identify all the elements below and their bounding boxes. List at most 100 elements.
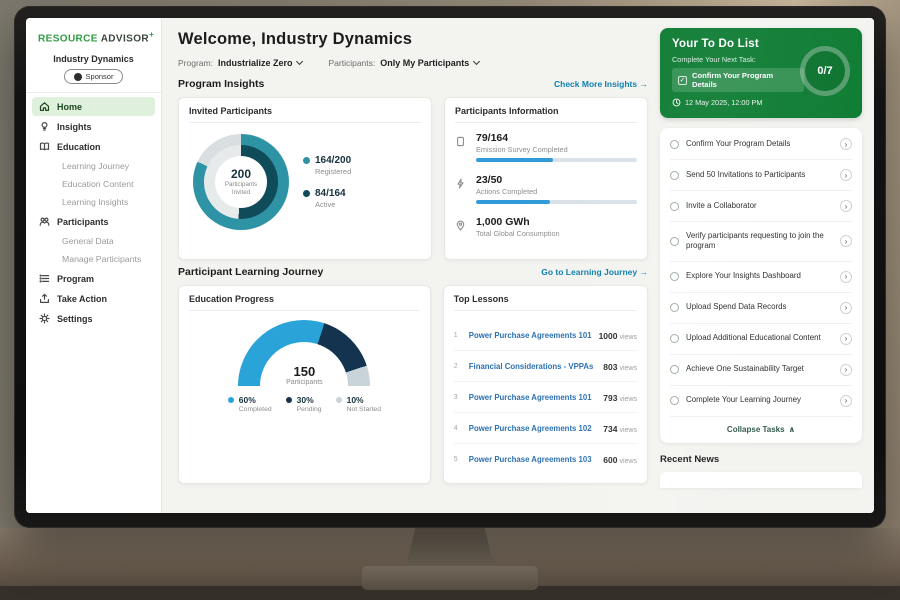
legend-dot <box>303 190 310 197</box>
check-icon: ✓ <box>678 76 687 85</box>
chevron-right-icon[interactable]: › <box>840 138 852 150</box>
task-checkbox[interactable] <box>670 272 679 281</box>
task-label: Explore Your Insights Dashboard <box>686 271 833 281</box>
go-to-learning-journey-link[interactable]: Go to Learning Journey → <box>541 267 648 277</box>
task-item[interactable]: Explore Your Insights Dashboard › <box>670 262 852 293</box>
sidebar-item-learning-journey[interactable]: Learning Journey <box>32 157 155 175</box>
sidebar-item-insights[interactable]: Insights <box>32 117 155 136</box>
chevron-right-icon[interactable]: › <box>840 271 852 283</box>
lesson-rank: 5 <box>454 456 462 463</box>
task-label: Confirm Your Program Details <box>686 139 833 149</box>
sidebar-item-home[interactable]: Home <box>32 97 155 116</box>
stat-actions-completed: 23/50 Actions Completed <box>455 174 637 204</box>
program-filter[interactable]: Program: Industrialize Zero <box>178 58 302 68</box>
lesson-row: 5 Power Purchase Agreements 103 600views <box>454 444 637 474</box>
task-checkbox[interactable] <box>670 365 679 374</box>
sidebar-item-manage-participants[interactable]: Manage Participants <box>32 250 155 268</box>
stat-emission-survey: 79/164 Emission Survey Completed <box>455 132 637 162</box>
sidebar-item-education[interactable]: Education <box>32 137 155 156</box>
views-count: 600 <box>603 455 617 465</box>
lesson-link[interactable]: Power Purchase Agreements 102 <box>469 424 597 433</box>
stat-value: 79/164 <box>476 132 637 144</box>
sidebar-item-take-action[interactable]: Take Action <box>32 289 155 308</box>
collapse-tasks-button[interactable]: Collapse Tasks∧ <box>670 417 852 443</box>
donut-center-value: 200 <box>231 167 251 181</box>
sidebar-item-program[interactable]: Program <box>32 269 155 288</box>
task-checkbox[interactable] <box>670 202 679 211</box>
task-checkbox[interactable] <box>670 334 679 343</box>
task-item[interactable]: Upload Additional Educational Content › <box>670 324 852 355</box>
due-text: 12 May 2025, 12:00 PM <box>685 98 762 107</box>
lesson-rank: 2 <box>454 363 462 370</box>
lesson-link[interactable]: Power Purchase Agreements 103 <box>469 455 597 464</box>
sidebar-item-label: Insights <box>57 122 92 132</box>
sponsor-badge[interactable]: Sponsor <box>64 69 124 84</box>
legend-item-pending: 30% Pending <box>286 395 322 413</box>
lesson-link[interactable]: Power Purchase Agreements 101 <box>469 331 592 340</box>
task-label: Upload Additional Educational Content <box>686 333 833 343</box>
app-logo: RESOURCE ADVISOR+ <box>26 28 161 50</box>
section-title: Program Insights <box>178 78 264 90</box>
sidebar-item-education-content[interactable]: Education Content <box>32 175 155 193</box>
task-item[interactable]: Confirm Your Program Details › <box>670 129 852 160</box>
lesson-views: 793views <box>603 388 637 406</box>
org-name: Industry Dynamics <box>26 54 161 64</box>
legend-item-completed: 60% Completed <box>228 395 272 413</box>
task-item[interactable]: Upload Spend Data Records › <box>670 293 852 324</box>
next-task-chip[interactable]: ✓ Confirm Your Program Details <box>672 68 804 92</box>
legend-label: Not Started <box>347 406 381 413</box>
task-item[interactable]: Send 50 Invitations to Participants › <box>670 160 852 191</box>
task-checkbox[interactable] <box>670 237 679 246</box>
chevron-down-icon <box>296 58 303 65</box>
page-title: Welcome, Industry Dynamics <box>178 30 648 49</box>
participants-information-card: Participants Information 79/164 Emission… <box>444 97 648 260</box>
sidebar-item-learning-insights[interactable]: Learning Insights <box>32 193 155 211</box>
sidebar-item-settings[interactable]: Settings <box>32 309 155 328</box>
views-unit: views <box>619 396 637 403</box>
card-title: Invited Participants <box>189 106 421 123</box>
recent-news-card <box>660 472 862 488</box>
sidebar-item-general-data[interactable]: General Data <box>32 232 155 250</box>
chevron-right-icon[interactable]: › <box>840 200 852 212</box>
views-count: 734 <box>603 424 617 434</box>
task-checkbox[interactable] <box>670 171 679 180</box>
stat-value: 1,000 GWh <box>476 216 637 228</box>
task-item[interactable]: Invite a Collaborator › <box>670 191 852 222</box>
program-filter-label: Program: <box>178 58 213 68</box>
task-item[interactable]: Complete Your Learning Journey › <box>670 386 852 417</box>
task-item[interactable]: Verify participants requesting to join t… <box>670 222 852 262</box>
sidebar-item-participants[interactable]: Participants <box>32 212 155 231</box>
sidebar-item-label: Education Content <box>62 179 133 189</box>
todo-due: 12 May 2025, 12:00 PM <box>672 98 850 107</box>
task-label: Complete Your Learning Journey <box>686 395 833 405</box>
task-label: Verify participants requesting to join t… <box>686 231 833 252</box>
task-item[interactable]: Achieve One Sustainability Target › <box>670 355 852 386</box>
lesson-link[interactable]: Financial Considerations - VPPAs <box>469 362 597 371</box>
sponsor-icon <box>74 73 82 81</box>
chevron-right-icon[interactable]: › <box>840 302 852 314</box>
chevron-right-icon[interactable]: › <box>840 395 852 407</box>
progress-fill <box>476 200 550 204</box>
actions-icon <box>455 174 468 204</box>
card-title: Participants Information <box>455 106 637 123</box>
chevron-down-icon <box>473 58 480 65</box>
task-checkbox[interactable] <box>670 303 679 312</box>
legend-item-registered: 164/200 Registered <box>303 155 351 176</box>
main-content: Welcome, Industry Dynamics Program: Indu… <box>162 18 660 513</box>
chevron-right-icon[interactable]: › <box>840 333 852 345</box>
chevron-right-icon[interactable]: › <box>840 364 852 376</box>
sidebar-item-label: Learning Insights <box>62 197 128 207</box>
task-label: Upload Spend Data Records <box>686 302 833 312</box>
task-checkbox[interactable] <box>670 396 679 405</box>
take-action-icon <box>39 293 50 304</box>
legend-label: Pending <box>297 406 322 413</box>
check-more-insights-link[interactable]: Check More Insights → <box>554 79 648 89</box>
sidebar-item-label: General Data <box>62 236 114 246</box>
participants-filter-value: Only My Participants <box>380 58 469 68</box>
chevron-right-icon[interactable]: › <box>840 235 852 247</box>
lesson-link[interactable]: Power Purchase Agreements 101 <box>469 393 597 402</box>
legend-dot <box>303 157 310 164</box>
task-checkbox[interactable] <box>670 140 679 149</box>
chevron-right-icon[interactable]: › <box>840 169 852 181</box>
participants-filter[interactable]: Participants: Only My Participants <box>328 58 479 68</box>
